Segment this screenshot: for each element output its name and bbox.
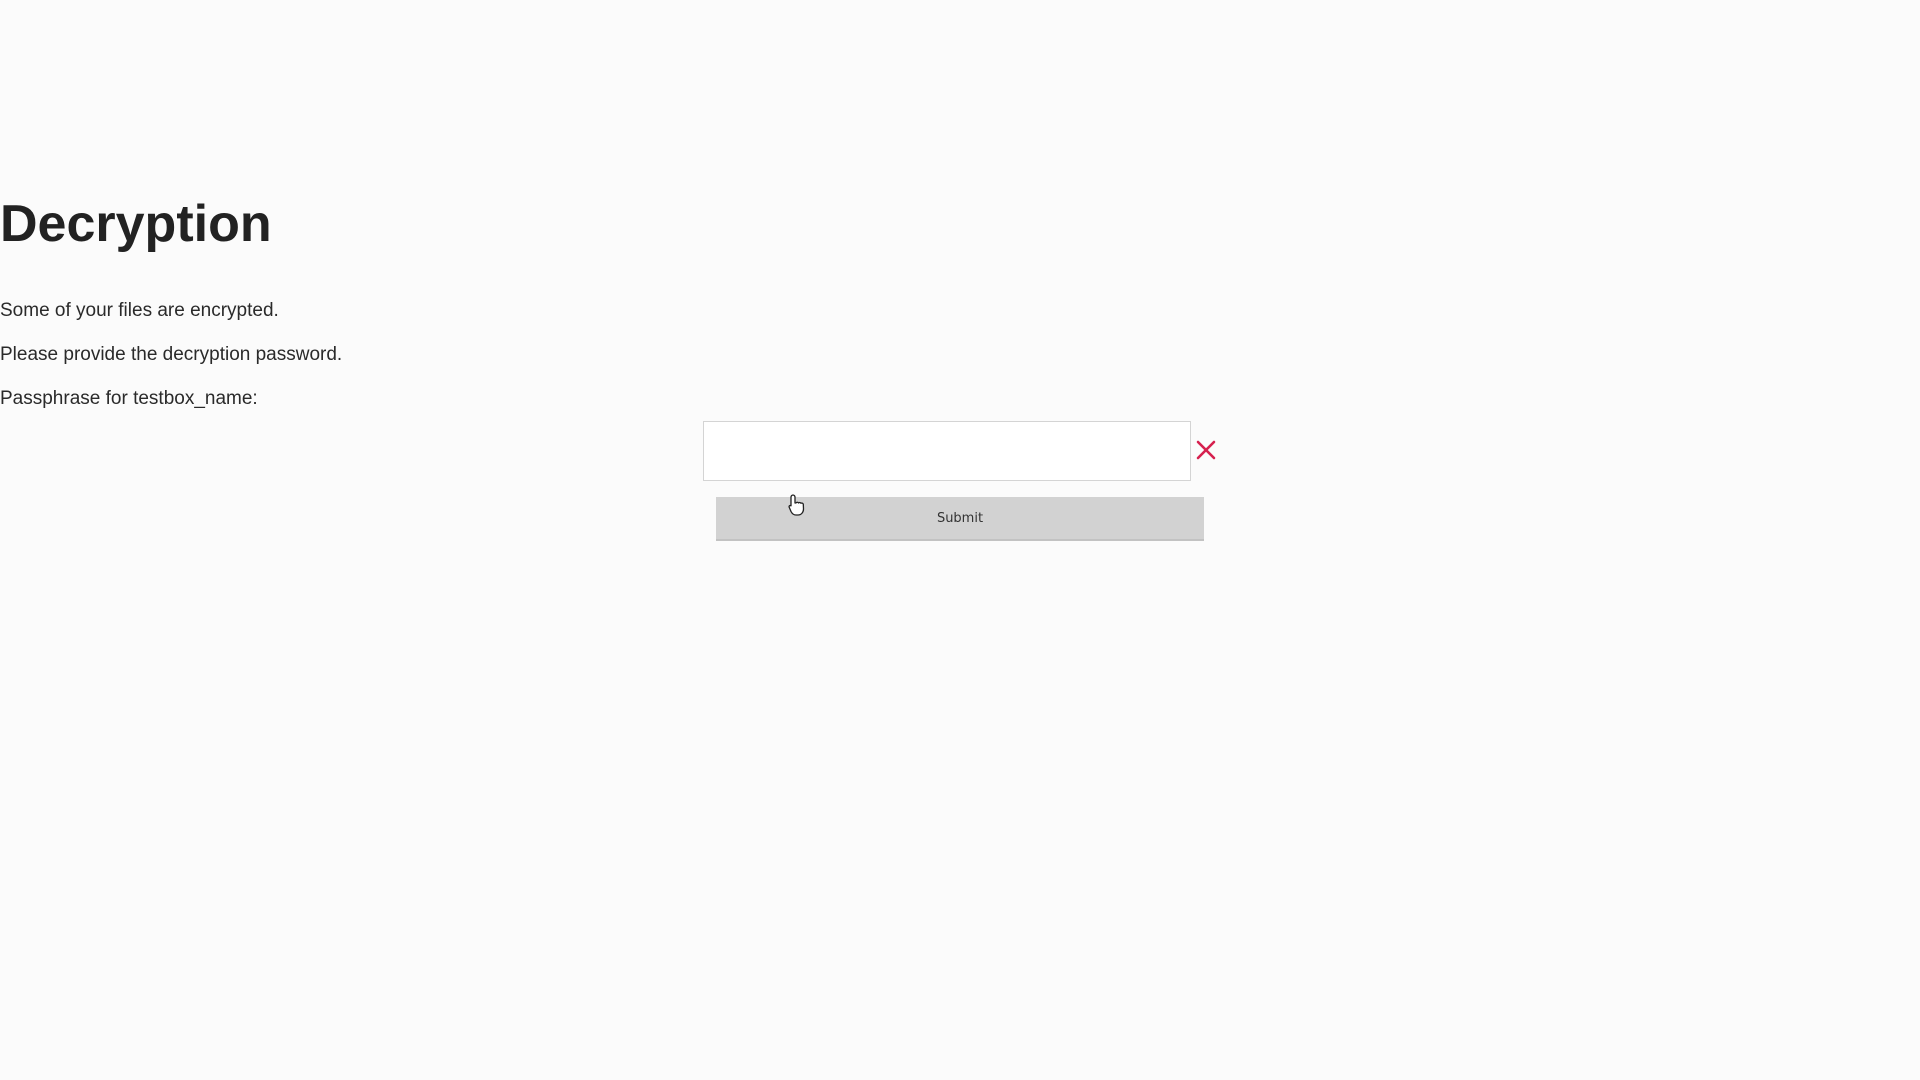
hand-cursor-icon: [788, 494, 805, 516]
page-title: Decryption: [0, 195, 272, 253]
passphrase-input[interactable]: [703, 421, 1191, 481]
close-icon[interactable]: [1194, 438, 1218, 462]
passphrase-row: [703, 421, 1219, 481]
instruction-message: Please provide the decryption password.: [0, 344, 343, 365]
decryption-page: Decryption Some of your files are encryp…: [0, 0, 1920, 1080]
encrypted-message: Some of your files are encrypted.: [0, 300, 279, 321]
passphrase-label: Passphrase for testbox_name:: [0, 388, 258, 409]
